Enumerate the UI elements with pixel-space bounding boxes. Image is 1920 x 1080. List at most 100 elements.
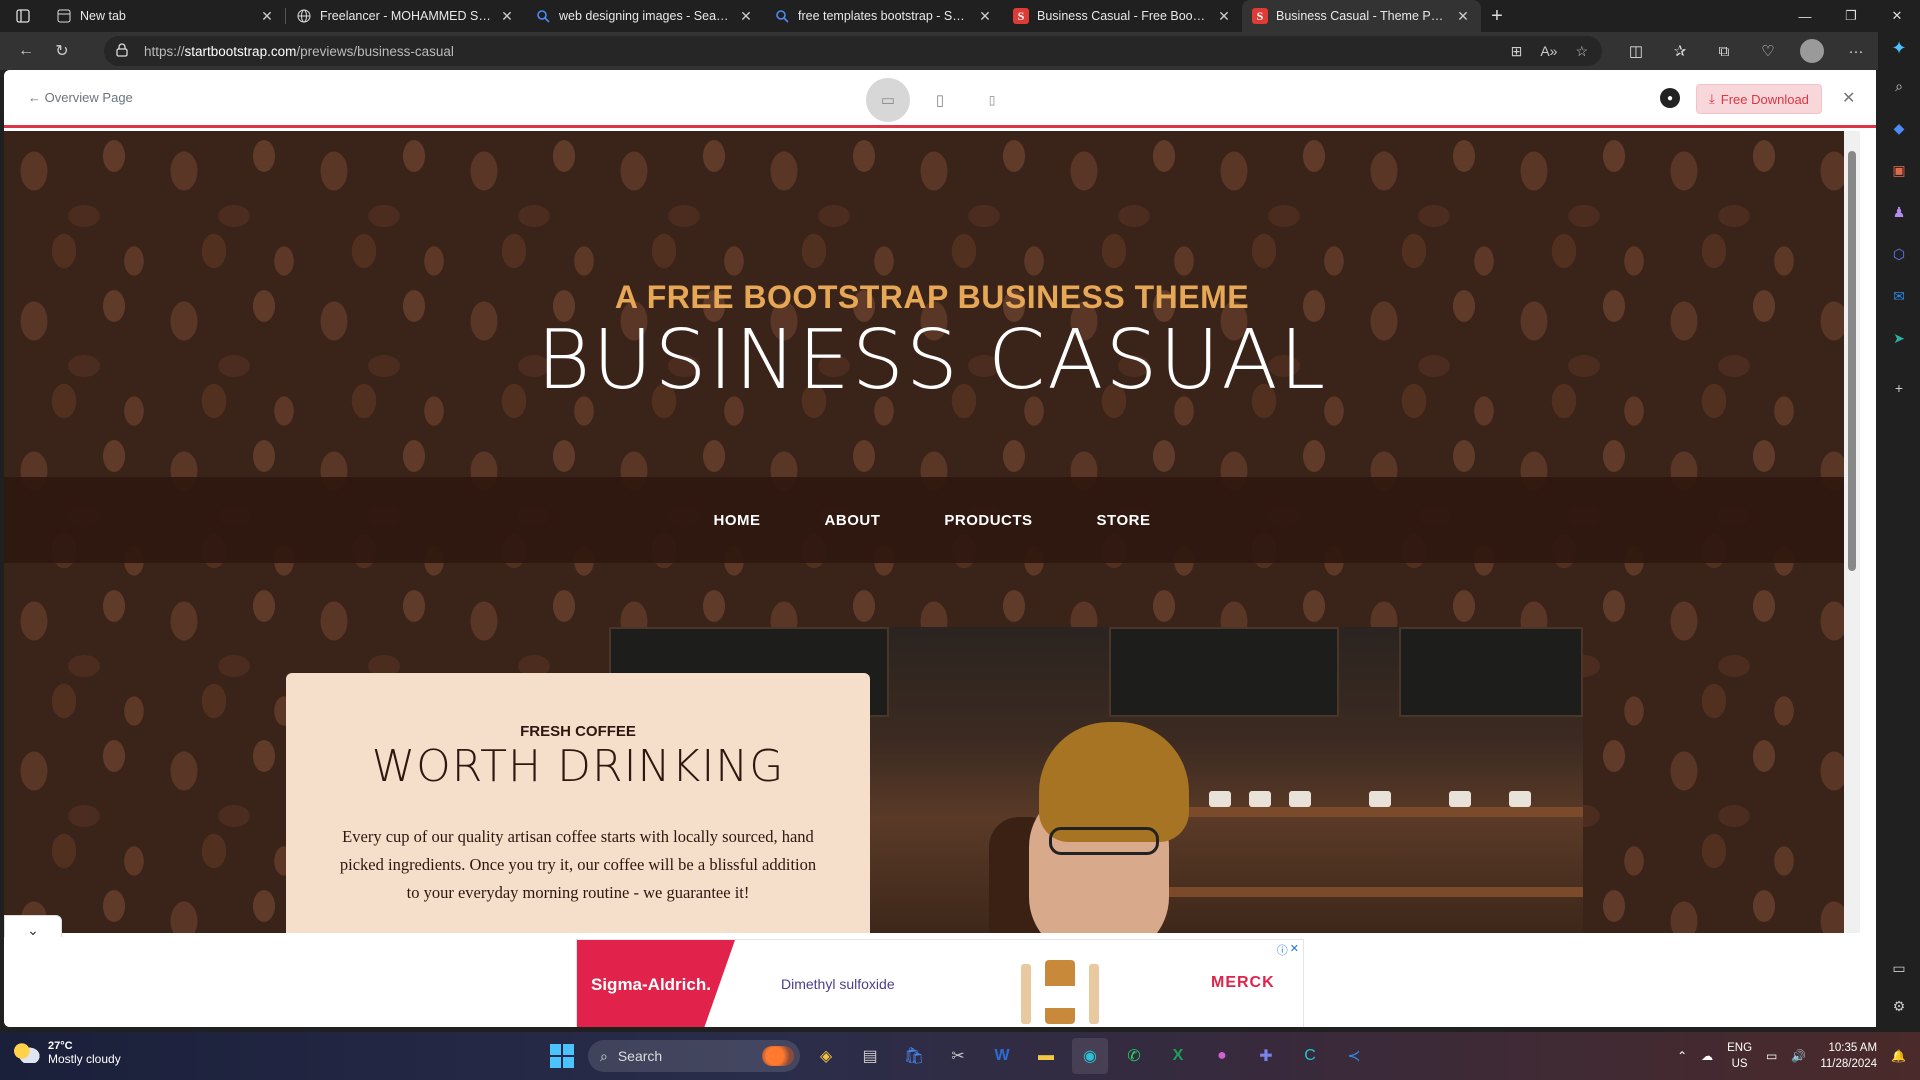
profile-avatar[interactable] [1800,39,1824,63]
minimize-icon[interactable]: — [1782,0,1828,32]
tab-close-icon[interactable]: ✕ [1216,8,1232,25]
onedrive-icon[interactable]: ☁ [1701,1049,1713,1063]
ad-brand: Sigma-Aldrich. [577,940,735,1027]
browser-essentials-icon[interactable]: ♡ [1746,36,1790,66]
notifications-icon[interactable]: 🔔 [1891,1049,1906,1063]
ad-product-link[interactable]: Dimethyl sulfoxide [781,976,895,992]
games-icon[interactable]: ♟ [1887,200,1911,224]
favorites-icon[interactable]: ✰ [1658,36,1702,66]
nav-products-link[interactable]: PRODUCTS [944,512,1032,529]
free-download-button[interactable]: ⤓ Free Download [1696,84,1822,114]
read-aloud-icon[interactable]: A» [1540,43,1557,59]
ad-info-icon[interactable]: ⓘ [1277,942,1288,958]
overview-page-link[interactable]: ← Overview Page [28,90,133,105]
desktop-view-button[interactable]: ▭ [866,78,910,122]
tab-actions-icon [16,9,30,23]
app-available-icon[interactable]: ⊞ [1511,43,1523,60]
nav-store-link[interactable]: STORE [1097,512,1151,529]
edge-icon[interactable]: ◉ [1072,1038,1108,1074]
file-explorer-icon[interactable]: ▬ [1028,1038,1064,1074]
copilot-taskbar-icon[interactable]: ◈ [808,1038,844,1074]
tab-strip: New tab ✕ Freelancer - MOHAMMED SUHA ✕ w… [0,0,1920,32]
split-screen-icon[interactable]: ◫ [1614,36,1658,66]
sidebar-search-icon[interactable]: ⌕ [1887,74,1911,98]
vscode-icon[interactable]: ≺ [1336,1038,1372,1074]
ad-product-image [1017,944,1107,1024]
excel-icon[interactable]: X [1160,1038,1196,1074]
close-preview-icon[interactable]: ✕ [1842,88,1855,108]
more-options-icon[interactable]: ··· [1834,36,1878,66]
weather-cloudy-icon [14,1043,40,1063]
whatsapp-icon[interactable]: ✆ [1116,1038,1152,1074]
tab-close-icon[interactable]: ✕ [499,8,515,25]
microsoft-store-icon[interactable]: 🛍 [896,1038,932,1074]
network-icon[interactable]: ▭ [1766,1049,1777,1063]
drop-icon[interactable]: ➤ [1887,326,1911,350]
search-icon [774,8,790,24]
weather-widget[interactable]: 27°C Mostly cloudy [14,1040,121,1066]
clock-date: 11/28/2024 [1820,1058,1878,1070]
address-bar[interactable]: https://startbootstrap.com/previews/busi… [104,36,1602,66]
refresh-button[interactable]: ↻ [44,36,80,66]
scrollbar-thumb[interactable] [1848,151,1856,571]
window-close-icon[interactable]: ✕ [1874,0,1920,32]
task-view-icon[interactable]: ▤ [852,1038,888,1074]
bottle-label [1045,986,1075,1008]
canva-icon[interactable]: C [1292,1038,1328,1074]
collections-icon[interactable]: ⧉ [1702,36,1746,66]
tab-close-icon[interactable]: ✕ [259,8,275,25]
teams-icon[interactable]: ✚ [1248,1038,1284,1074]
tab-free-templates-search[interactable]: free templates bootstrap - Search ✕ [764,0,1003,32]
tab-new-tab[interactable]: New tab ✕ [46,0,285,32]
tab-business-casual-free[interactable]: S Business Casual - Free Bootstrap ✕ [1003,0,1242,32]
advertisement-banner[interactable]: Sigma-Aldrich. Dimethyl sulfoxide MERCK … [576,939,1304,1027]
new-tab-button[interactable]: + [1481,0,1513,32]
cup [1209,791,1231,807]
outlook-icon[interactable]: ✉ [1887,284,1911,308]
intro-heading-lower: WORTH DRINKING [371,741,785,792]
tab-close-icon[interactable]: ✕ [1455,8,1471,25]
chevron-down-icon: ⌄ [27,921,39,938]
start-button[interactable] [544,1038,580,1074]
search-icon [535,8,551,24]
url-prefix: https:// [144,43,185,59]
tab-freelancer[interactable]: Freelancer - MOHAMMED SUHA ✕ [286,0,525,32]
clock-time: 10:35 AM [1828,1042,1878,1054]
back-button[interactable]: ← [8,36,44,66]
add-sidebar-app-icon[interactable]: + [1887,376,1911,400]
tab-close-icon[interactable]: ✕ [977,8,993,25]
microsoft-365-icon[interactable]: ⬡ [1887,242,1911,266]
paint-icon[interactable]: ● [1204,1038,1240,1074]
mobile-view-button[interactable]: ▯ [970,78,1014,122]
tools-icon[interactable]: ▣ [1887,158,1911,182]
woman-hat [1039,722,1189,842]
restore-icon[interactable]: ❐ [1828,0,1874,32]
nav-about-link[interactable]: ABOUT [825,512,881,529]
snipping-tool-icon[interactable]: ✂ [940,1038,976,1074]
sidebar-settings-icon[interactable]: ⚙ [1887,994,1911,1018]
tablet-view-button[interactable]: ▯ [918,78,962,122]
github-icon[interactable]: ● [1660,88,1680,108]
shopping-icon[interactable]: ◆ [1887,116,1911,140]
taskbar: 27°C Mostly cloudy ⌕ Search ◈ ▤ 🛍 ✂ W ▬ … [0,1032,1920,1080]
ad-choices[interactable]: ⓘ ✕ [1277,942,1299,958]
tab-actions-button[interactable] [0,0,46,32]
site-scrollbar[interactable] [1844,131,1860,933]
ad-close-icon[interactable]: ✕ [1290,942,1299,958]
favorite-star-icon[interactable]: ☆ [1575,43,1588,60]
search-icon: ⌕ [600,1047,608,1064]
tab-business-casual-preview[interactable]: S Business Casual - Theme Preview ✕ [1242,0,1481,32]
nav-home-link[interactable]: HOME [714,512,761,529]
copilot-icon[interactable]: ✦ [1887,36,1911,60]
taskbar-search[interactable]: ⌕ Search [588,1040,800,1072]
tab-web-designing-search[interactable]: web designing images - Search ✕ [525,0,764,32]
tab-close-icon[interactable]: ✕ [738,8,754,25]
volume-icon[interactable]: 🔊 [1791,1049,1806,1063]
word-icon[interactable]: W [984,1038,1020,1074]
clock[interactable]: 10:35 AM 11/28/2024 [1820,1040,1877,1072]
menu-board [1399,627,1583,717]
hide-sidebar-icon[interactable]: ▭ [1887,956,1911,980]
language-indicator[interactable]: ENG US [1727,1040,1752,1072]
free-download-label: Free Download [1720,91,1809,107]
show-hidden-icons-icon[interactable]: ⌃ [1677,1049,1687,1063]
